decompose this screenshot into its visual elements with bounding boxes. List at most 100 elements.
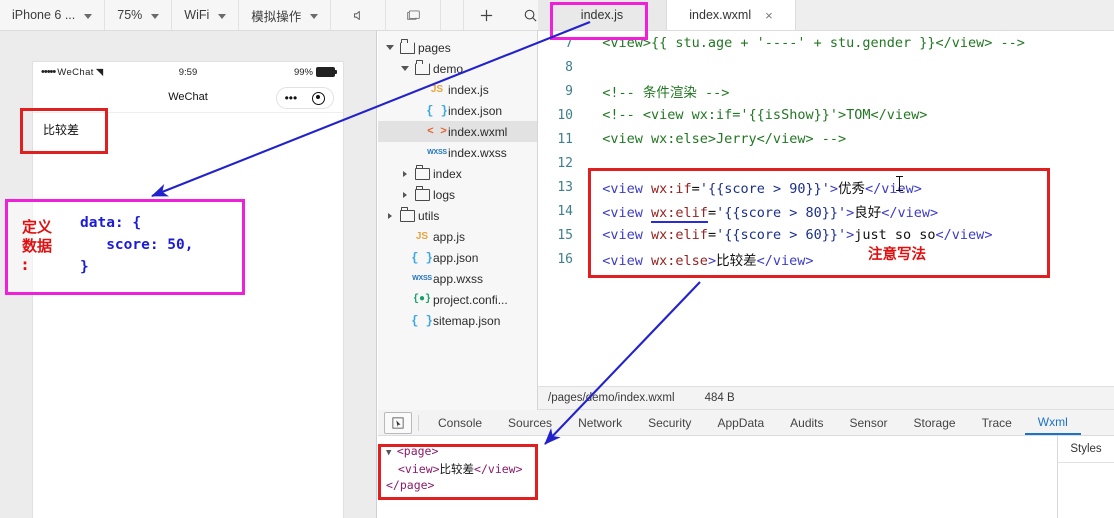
code-editor[interactable]: 7 <view>{{ stu.age + '----' + stu.gender…	[538, 31, 1114, 386]
devtools-tab-sources[interactable]: Sources	[495, 410, 565, 435]
code-token: 比较差	[716, 253, 757, 269]
capsule-more-icon: •••	[284, 91, 298, 105]
file-tree-item[interactable]: utils	[378, 205, 537, 226]
file-tree-item[interactable]: < > index.wxml	[378, 121, 537, 142]
file-tree-item-label: sitemap.json	[433, 313, 501, 328]
tab-styles[interactable]: Styles	[1058, 436, 1114, 463]
code-token: =	[707, 205, 717, 221]
code-line[interactable]: 13 <view wx:if='{{score > 90}}'>优秀</view…	[538, 175, 1114, 199]
annotation-label-note-syntax: 注意写法	[868, 247, 926, 263]
devtools-tab-appdata[interactable]: AppData	[704, 410, 777, 435]
code-line[interactable]: 8	[538, 55, 1114, 79]
add-button[interactable]	[464, 0, 508, 30]
network-selector[interactable]: WiFi	[172, 0, 240, 30]
inspect-element-button[interactable]	[384, 411, 412, 434]
code-token: wx:if	[651, 181, 692, 197]
code-token: <view>{{ stu.age + '----' + stu.gender }…	[586, 35, 1025, 51]
chevron-right-icon	[388, 212, 392, 219]
styles-pane: Styles	[1057, 436, 1114, 518]
folder-glyph	[414, 165, 430, 180]
file-tree-item[interactable]: { } sitemap.json	[378, 310, 537, 331]
code-line-content: <view wx:if='{{score > 90}}'>优秀</view>	[586, 177, 922, 197]
toolbar-spacer	[441, 0, 465, 30]
wxml-tree-line[interactable]: ▼ <page>	[386, 443, 523, 461]
devtools-tab-sensor[interactable]: Sensor	[837, 410, 901, 435]
code-line[interactable]: 10 <!-- <view wx:if='{{isShow}}'>TOM</vi…	[538, 103, 1114, 127]
devtools-tab-trace[interactable]: Trace	[969, 410, 1025, 435]
file-tree-item[interactable]: {●} project.confi...	[378, 289, 537, 310]
volume-button[interactable]	[331, 0, 387, 30]
json-file-icon: { }	[411, 313, 433, 328]
line-number: 13	[557, 179, 573, 195]
tree-twisty[interactable]	[399, 66, 411, 71]
devtools-tab-storage[interactable]: Storage	[901, 410, 969, 435]
chevron-down-icon[interactable]: ▼	[386, 448, 397, 458]
file-tree-item[interactable]: { } app.json	[378, 247, 537, 268]
devtools-tab-network[interactable]: Network	[565, 410, 635, 435]
code-token: <!-- <view wx:if='{{isShow}}'>TOM</view>	[586, 107, 928, 123]
code-line[interactable]: 14 <view wx:elif='{{score > 80}}'>良好</vi…	[538, 199, 1114, 223]
nav-title: WeChat	[168, 91, 208, 103]
file-tree-item[interactable]: WXSS app.wxss	[378, 268, 537, 289]
file-tree-item[interactable]: JS app.js	[378, 226, 537, 247]
json-file-icon: { }	[411, 250, 433, 265]
code-line[interactable]: 7 <view>{{ stu.age + '----' + stu.gender…	[538, 31, 1114, 55]
wxml-tree-line[interactable]: <view>比较差</view>	[386, 461, 523, 477]
line-number: 8	[565, 59, 573, 75]
capsule-button[interactable]: •••	[276, 87, 334, 109]
file-tree-item-label: app.json	[433, 250, 479, 265]
file-tree-item[interactable]: JS index.js	[378, 79, 537, 100]
folder-icon	[411, 60, 433, 75]
devtools-tab-audits[interactable]: Audits	[777, 410, 836, 435]
file-tree-item[interactable]: logs	[378, 184, 537, 205]
file-tree-item[interactable]: WXSS index.wxss	[378, 142, 537, 163]
wxml-tree-line[interactable]: </page>	[386, 477, 523, 493]
file-tree-item[interactable]: { } index.json	[378, 100, 537, 121]
simulate-action-selector[interactable]: 模拟操作	[239, 0, 332, 30]
code-token: <!-- 条件渲染 -->	[586, 85, 730, 101]
screen-rotate-button[interactable]	[386, 0, 442, 30]
tree-twisty[interactable]	[399, 191, 411, 198]
tree-twisty[interactable]	[384, 45, 396, 50]
code-line[interactable]: 11 <view wx:else>Jerry</view> -->	[538, 127, 1114, 151]
device-selector[interactable]: iPhone 6 ...	[0, 0, 106, 30]
folder-icon	[396, 39, 418, 54]
code-token: '{{score > 90}}'	[699, 181, 830, 197]
devtools-tab-security[interactable]: Security	[635, 410, 704, 435]
file-tree-item-label: index	[433, 166, 462, 181]
line-number: 12	[557, 155, 573, 171]
file-tree-pane[interactable]: pages demo JS index.js{ } index.json < > index…	[378, 31, 538, 406]
code-token: </view>	[935, 227, 993, 243]
editor-tab[interactable]: index.wxml ×	[667, 0, 796, 30]
file-tree-item[interactable]: demo	[378, 58, 537, 79]
devtools-tab-wxml[interactable]: Wxml	[1024, 410, 1081, 435]
code-line[interactable]: 16 <view wx:else>比较差</view>	[538, 247, 1114, 271]
tree-twisty[interactable]	[384, 212, 396, 219]
code-token: >	[829, 181, 838, 197]
tree-twisty[interactable]	[399, 170, 411, 177]
volume-icon	[353, 10, 360, 20]
close-icon[interactable]: ×	[765, 9, 773, 22]
code-line-content: <view>{{ stu.age + '----' + stu.gender }…	[586, 35, 1025, 51]
editor-tab[interactable]: index.js	[538, 0, 667, 30]
chevron-down-icon	[310, 13, 319, 19]
file-tree-item[interactable]: index	[378, 163, 537, 184]
file-tree-item[interactable]: pages	[378, 37, 537, 58]
inspect-cursor-icon	[392, 416, 404, 429]
folder-icon	[396, 207, 418, 222]
line-number: 16	[557, 251, 573, 267]
file-tree-item-label: index.js	[448, 82, 489, 97]
code-line[interactable]: 15 <view wx:elif='{{score > 60}}'>just s…	[538, 223, 1114, 247]
code-line[interactable]: 9 <!-- 条件渲染 -->	[538, 79, 1114, 103]
code-token: </view>	[865, 181, 922, 197]
code-line[interactable]: 12	[538, 151, 1114, 175]
devtools-tab-console[interactable]: Console	[425, 410, 495, 435]
chevron-down-icon	[84, 13, 93, 19]
rendered-view-text: 比较差	[43, 123, 80, 137]
wxml-dom-tree[interactable]: ▼ <page> <view>比较差</view> </page>	[386, 443, 523, 493]
code-token: <view	[586, 227, 652, 243]
text-cursor-icon	[896, 176, 903, 191]
file-tree-item-label: index.json	[448, 103, 503, 118]
zoom-selector[interactable]: 75%	[105, 0, 173, 30]
search-icon	[524, 9, 537, 22]
